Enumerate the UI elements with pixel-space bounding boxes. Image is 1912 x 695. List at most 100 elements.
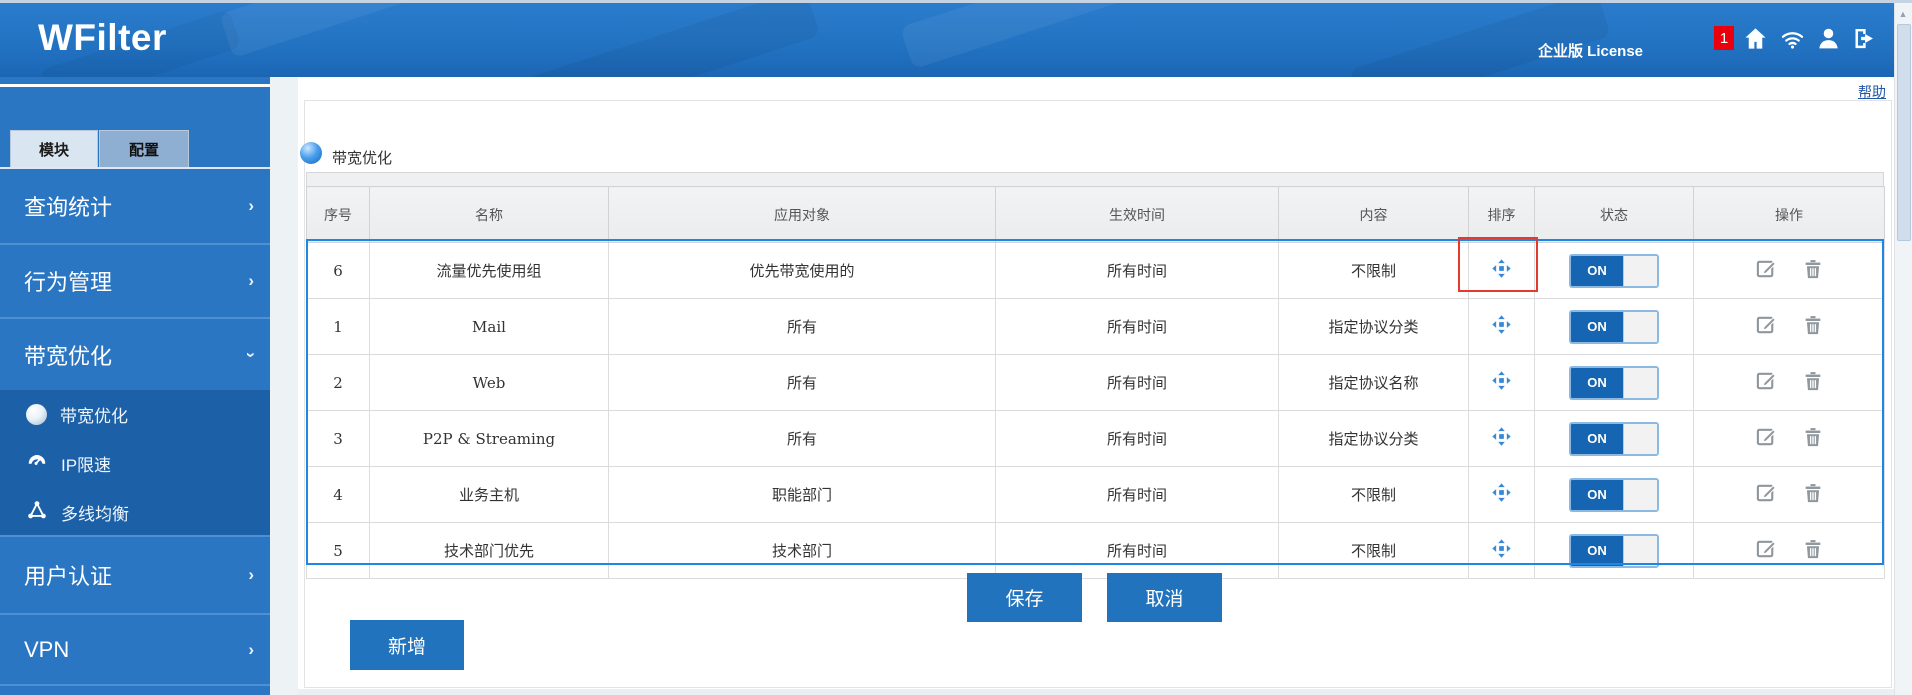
delete-icon[interactable] xyxy=(1802,258,1824,284)
cell-sort xyxy=(1469,299,1535,355)
toggle-on-label: ON xyxy=(1571,312,1623,342)
cell-name: 流量优先使用组 xyxy=(370,243,609,299)
submenu-item-label: 带宽优化 xyxy=(60,402,128,427)
move-sort-icon[interactable] xyxy=(1491,482,1512,507)
header-time: 生效时间 xyxy=(996,187,1279,243)
sidebar-item-behavior-management[interactable]: 行为管理 xyxy=(0,245,270,319)
cell-target: 技术部门 xyxy=(609,523,996,579)
wifi-icon[interactable] xyxy=(1779,25,1806,52)
move-sort-icon[interactable] xyxy=(1491,538,1512,563)
notification-badge[interactable]: 1 xyxy=(1714,26,1734,50)
add-button[interactable]: 新增 xyxy=(350,620,464,670)
move-sort-icon[interactable] xyxy=(1491,426,1512,451)
delete-icon[interactable] xyxy=(1802,426,1824,452)
submenu-item-ip-rate-limit[interactable]: IP限速 xyxy=(0,439,270,488)
sidebar-item-label: 行为管理 xyxy=(24,265,112,297)
cell-time: 所有时间 xyxy=(996,523,1279,579)
cell-time: 所有时间 xyxy=(996,411,1279,467)
delete-icon[interactable] xyxy=(1802,482,1824,508)
header-sort: 排序 xyxy=(1469,187,1535,243)
cell-name: 技术部门优先 xyxy=(370,523,609,579)
cell-target: 所有 xyxy=(609,299,996,355)
cell-time: 所有时间 xyxy=(996,355,1279,411)
scrollbar-up-arrow[interactable]: ▲ xyxy=(1896,6,1910,22)
cell-content: 不限制 xyxy=(1279,523,1469,579)
delete-icon[interactable] xyxy=(1802,370,1824,396)
delete-icon[interactable] xyxy=(1802,314,1824,340)
cell-actions xyxy=(1694,411,1885,467)
cell-name: Mail xyxy=(370,299,609,355)
table-row: 3 P2P & Streaming 所有 所有时间 指定协议分类 ON xyxy=(307,411,1885,467)
table-top-strip xyxy=(306,172,1884,186)
header-status: 状态 xyxy=(1535,187,1694,243)
submenu-item-bandwidth-optimization[interactable]: 带宽优化 xyxy=(0,390,270,439)
cell-target: 所有 xyxy=(609,355,996,411)
cell-seq: 3 xyxy=(307,411,370,467)
chevron-right-icon xyxy=(248,640,254,660)
cell-content: 指定协议名称 xyxy=(1279,355,1469,411)
delete-icon[interactable] xyxy=(1802,538,1824,564)
toggle-on-label: ON xyxy=(1571,424,1623,454)
cell-content: 不限制 xyxy=(1279,243,1469,299)
table-row: 4 业务主机 职能部门 所有时间 不限制 ON xyxy=(307,467,1885,523)
edit-icon[interactable] xyxy=(1755,425,1778,452)
help-link[interactable]: 帮助 xyxy=(1810,82,1886,102)
cell-content: 指定协议分类 xyxy=(1279,411,1469,467)
on-off-toggle[interactable]: ON xyxy=(1569,310,1659,344)
toggle-on-label: ON xyxy=(1571,480,1623,510)
tab-modules[interactable]: 模块 xyxy=(10,130,98,168)
table-row: 5 技术部门优先 技术部门 所有时间 不限制 ON xyxy=(307,523,1885,579)
gauge-icon xyxy=(26,450,48,477)
user-icon[interactable] xyxy=(1816,26,1841,51)
cell-status: ON xyxy=(1535,355,1694,411)
cell-name: P2P & Streaming xyxy=(370,411,609,467)
save-button[interactable]: 保存 xyxy=(967,573,1082,622)
move-sort-icon[interactable] xyxy=(1491,370,1512,395)
tab-config[interactable]: 配置 xyxy=(99,130,189,168)
header-actions: 操作 xyxy=(1694,187,1885,243)
cell-sort xyxy=(1469,243,1535,299)
edit-icon[interactable] xyxy=(1755,369,1778,396)
on-off-toggle[interactable]: ON xyxy=(1569,534,1659,568)
rules-table: 序号 名称 应用对象 生效时间 内容 排序 状态 操作 6 流量优先使用组 优先… xyxy=(306,186,1885,579)
cell-seq: 6 xyxy=(307,243,370,299)
on-off-toggle[interactable]: ON xyxy=(1569,422,1659,456)
app-logo: WFilter xyxy=(38,17,167,59)
sidebar-item-label: 带宽优化 xyxy=(24,339,112,371)
cell-sort xyxy=(1469,467,1535,523)
sidebar-item-vpn[interactable]: VPN xyxy=(0,615,270,686)
edit-icon[interactable] xyxy=(1755,257,1778,284)
chevron-down-icon xyxy=(241,352,261,358)
header-content: 内容 xyxy=(1279,187,1469,243)
toggle-on-label: ON xyxy=(1571,368,1623,398)
sidebar-item-user-authentication[interactable]: 用户认证 xyxy=(0,537,270,615)
home-icon[interactable] xyxy=(1742,25,1769,52)
cell-name: 业务主机 xyxy=(370,467,609,523)
on-off-toggle[interactable]: ON xyxy=(1569,366,1659,400)
move-sort-icon[interactable] xyxy=(1491,314,1512,339)
submenu-item-label: IP限速 xyxy=(61,451,111,476)
logout-icon[interactable] xyxy=(1851,25,1878,52)
edit-icon[interactable] xyxy=(1755,481,1778,508)
submenu-item-multi-line-balance[interactable]: 多线均衡 xyxy=(0,488,270,537)
cell-sort xyxy=(1469,355,1535,411)
edit-icon[interactable] xyxy=(1755,537,1778,564)
table-row: 1 Mail 所有 所有时间 指定协议分类 ON xyxy=(307,299,1885,355)
on-off-toggle[interactable]: ON xyxy=(1569,254,1659,288)
cell-actions xyxy=(1694,243,1885,299)
page-title: 带宽优化 xyxy=(332,147,392,168)
sidebar-item-bandwidth-optimization[interactable]: 带宽优化 xyxy=(0,319,270,390)
sidebar-item-label: 查询统计 xyxy=(24,190,112,222)
chevron-right-icon xyxy=(248,196,254,216)
on-off-toggle[interactable]: ON xyxy=(1569,478,1659,512)
cell-sort xyxy=(1469,411,1535,467)
sidebar-item-query-statistics[interactable]: 查询统计 xyxy=(0,169,270,245)
cell-target: 所有 xyxy=(609,411,996,467)
load-balance-icon xyxy=(26,499,48,526)
edit-icon[interactable] xyxy=(1755,313,1778,340)
move-sort-icon[interactable] xyxy=(1491,258,1512,283)
cancel-button[interactable]: 取消 xyxy=(1107,573,1222,622)
sidebar-item-label: VPN xyxy=(24,637,69,663)
scrollbar-thumb[interactable] xyxy=(1897,24,1911,241)
sphere-icon xyxy=(26,404,47,425)
